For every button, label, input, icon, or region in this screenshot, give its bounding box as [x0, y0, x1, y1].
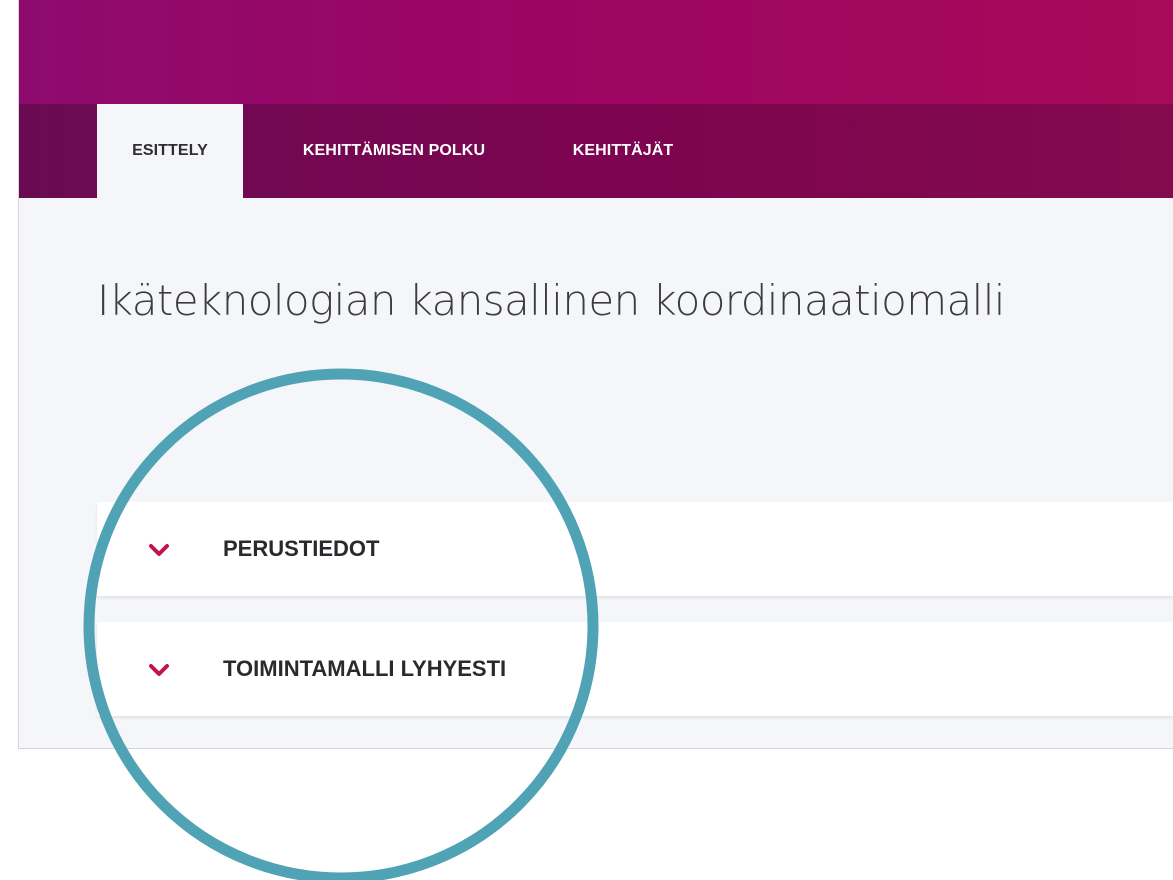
accordion-toimintamalli-lyhyesti[interactable]: TOIMINTAMALLI LYHYESTI	[97, 622, 1173, 716]
chevron-down-icon	[149, 544, 169, 556]
page-title: Ikäteknologian kansallinen koordinaatiom…	[97, 276, 1005, 325]
tab-kehittamisen-polku[interactable]: KEHITTÄMISEN POLKU	[255, 104, 533, 198]
accordion-label: PERUSTIEDOT	[223, 536, 380, 561]
tab-esittely[interactable]: ESITTELY	[97, 104, 243, 198]
accordion-perustiedot[interactable]: PERUSTIEDOT	[97, 502, 1173, 596]
accordion-label: TOIMINTAMALLI LYHYESTI	[223, 656, 507, 681]
main-navigation: ESITTELY KEHITTÄMISEN POLKU KEHITTÄJÄT	[19, 104, 1173, 198]
chevron-down-icon	[149, 664, 169, 676]
site-header	[19, 0, 1173, 104]
app-window: ESITTELY KEHITTÄMISEN POLKU KEHITTÄJÄT I…	[18, 0, 1173, 749]
tab-kehittajat[interactable]: KEHITTÄJÄT	[543, 104, 703, 198]
